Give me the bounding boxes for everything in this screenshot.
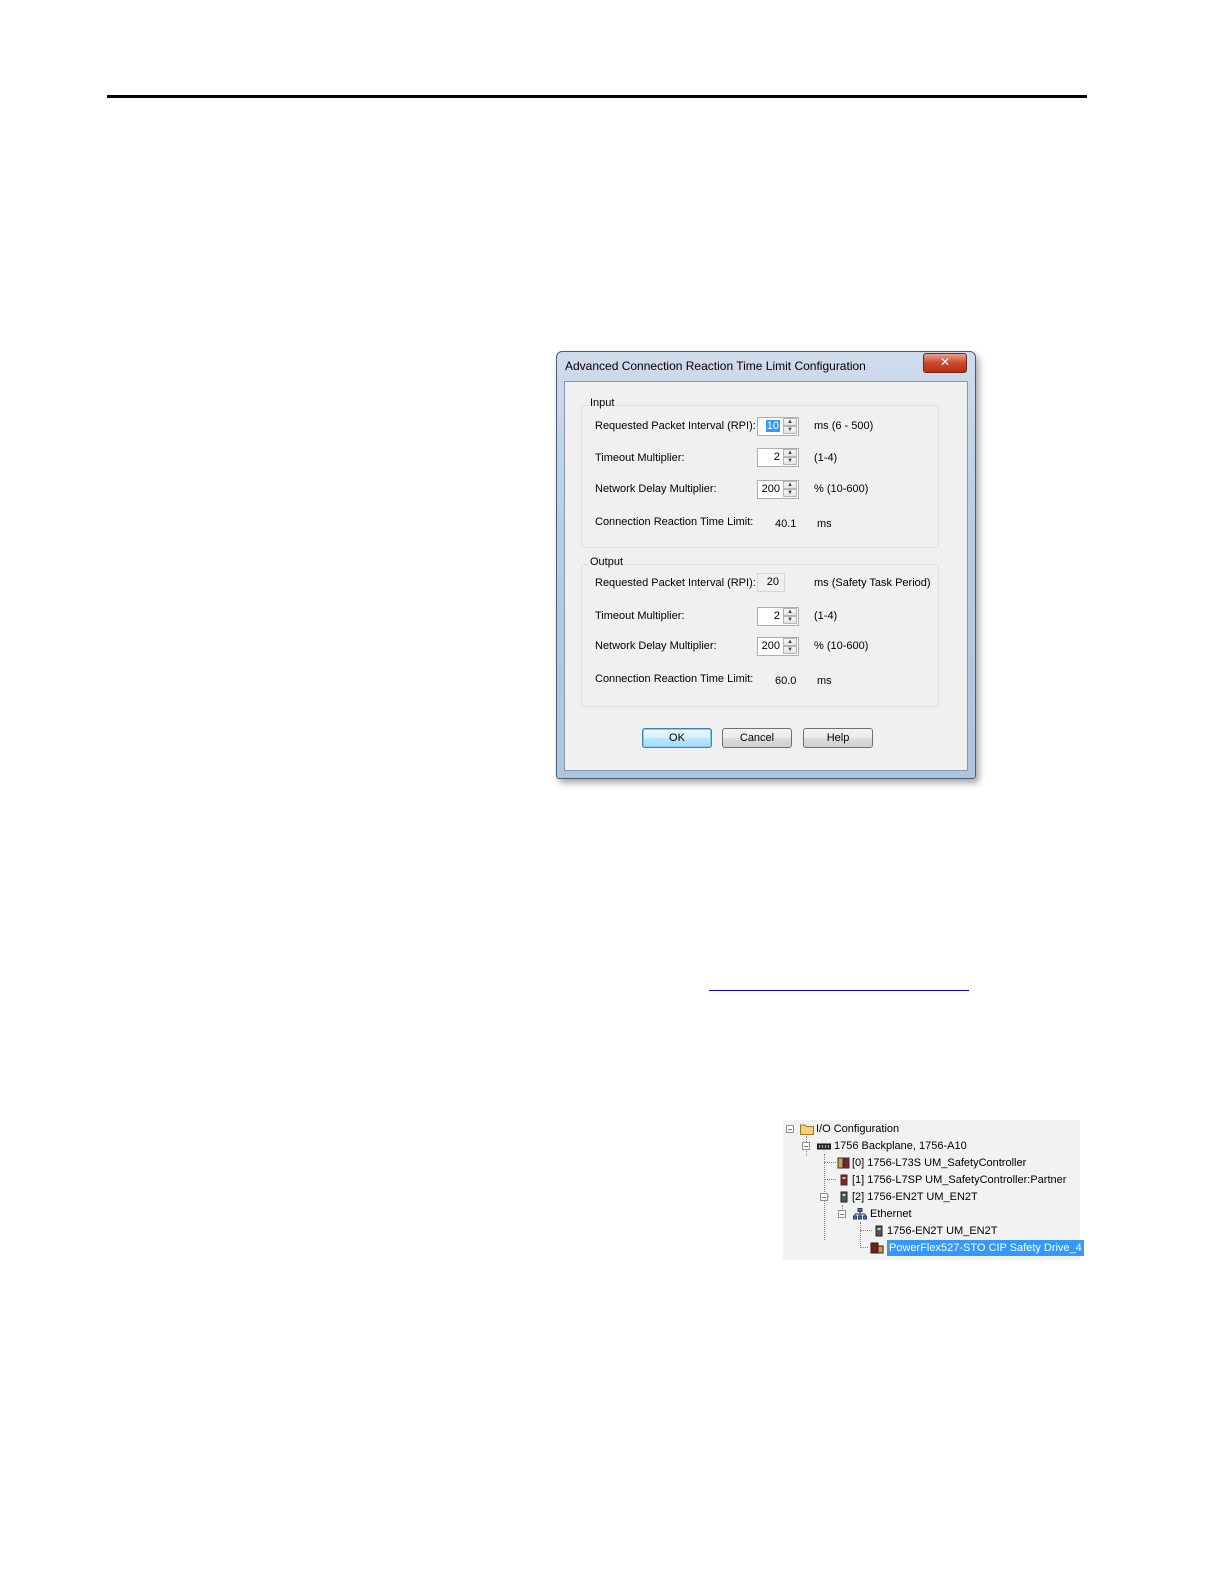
input-network-label: Network Delay Multiplier: [595, 483, 717, 495]
collapse-icon[interactable]: − [838, 1210, 846, 1219]
tree-item-en2t-slot[interactable]: − [2] 1756-EN2T UM_EN2T [783, 1189, 1080, 1205]
drive-icon [870, 1242, 884, 1254]
tree-label: 1756 Backplane, 1756-A10 [834, 1140, 967, 1152]
io-configuration-tree: − I/O Configuration − 1756 Backplane, 17… [783, 1120, 1084, 1260]
tree-label: [1] 1756-L7SP UM_SafetyController:Partne… [852, 1174, 1067, 1186]
hyperlink-underline[interactable] [709, 990, 969, 991]
tree-item-io-configuration[interactable]: − I/O Configuration [783, 1121, 1080, 1137]
collapse-icon[interactable]: − [820, 1193, 828, 1202]
collapse-icon[interactable]: − [786, 1125, 794, 1134]
ethernet-module-icon [875, 1225, 883, 1237]
output-rpi-field: 20 [757, 573, 785, 592]
collapse-icon[interactable]: − [802, 1142, 810, 1151]
input-rpi-range: ms (6 - 500) [814, 420, 874, 432]
input-timeout-label: Timeout Multiplier: [595, 452, 685, 464]
spin-down-icon[interactable]: ▼ [783, 457, 797, 465]
tree-label: [0] 1756-L73S UM_SafetyController [852, 1157, 1027, 1169]
close-icon[interactable]: ✕ [923, 353, 967, 373]
spin-down-icon[interactable]: ▼ [783, 616, 797, 624]
output-network-value[interactable]: 200 [762, 640, 780, 652]
tree-item-en2t-network[interactable]: 1756-EN2T UM_EN2T [783, 1223, 1080, 1239]
input-group: Input Requested Packet Interval (RPI): 1… [581, 397, 939, 548]
spin-up-icon[interactable]: ▲ [783, 418, 797, 426]
tree-item-powerflex-drive[interactable]: PowerFlex527-STO CIP Safety Drive_4 [783, 1240, 1084, 1256]
tree-label: 1756-EN2T UM_EN2T [887, 1225, 998, 1237]
output-crtl-value: 60.0 [775, 675, 797, 687]
spin-up-icon[interactable]: ▲ [783, 608, 797, 616]
spin-down-icon[interactable]: ▼ [783, 489, 797, 497]
input-network-value[interactable]: 200 [762, 483, 780, 495]
spin-down-icon[interactable]: ▼ [783, 646, 797, 654]
dialog-body: Input Requested Packet Interval (RPI): 1… [564, 381, 968, 771]
folder-icon [800, 1124, 814, 1135]
tree-item-ethernet[interactable]: − Ethernet [783, 1206, 1080, 1222]
output-rpi-label: Requested Packet Interval (RPI): [595, 577, 756, 589]
input-rpi-label: Requested Packet Interval (RPI): [595, 420, 756, 432]
ethernet-module-icon [840, 1191, 848, 1203]
tree-item-safety-controller[interactable]: [0] 1756-L73S UM_SafetyController [783, 1155, 1080, 1171]
output-group-legend: Output [588, 556, 626, 568]
input-crtl-value: 40.1 [775, 518, 797, 530]
backplane-icon [817, 1143, 831, 1150]
output-crtl-label: Connection Reaction Time Limit: [595, 673, 754, 685]
partner-module-icon [840, 1174, 848, 1186]
dialog-title: Advanced Connection Reaction Time Limit … [565, 359, 866, 373]
output-timeout-spinner[interactable]: 2 ▲ ▼ [757, 607, 799, 626]
input-network-range: % (10-600) [814, 483, 869, 495]
output-timeout-range: (1-4) [814, 610, 838, 622]
spin-up-icon[interactable]: ▲ [783, 638, 797, 646]
safety-controller-icon [837, 1157, 850, 1169]
output-timeout-value[interactable]: 2 [774, 610, 780, 622]
output-network-label: Network Delay Multiplier: [595, 640, 717, 652]
help-button[interactable]: Help [803, 728, 873, 748]
network-icon [853, 1208, 867, 1220]
input-group-legend: Input [588, 397, 617, 409]
input-timeout-value[interactable]: 2 [774, 451, 780, 463]
tree-label: I/O Configuration [816, 1123, 900, 1135]
tree-label-selected: PowerFlex527-STO CIP Safety Drive_4 [887, 1240, 1084, 1256]
input-timeout-range: (1-4) [814, 452, 838, 464]
input-network-spinner[interactable]: 200 ▲ ▼ [757, 480, 799, 499]
cancel-button[interactable]: Cancel [722, 728, 792, 748]
input-rpi-spinner[interactable]: 10 ▲ ▼ [757, 417, 799, 436]
advanced-connection-dialog: Advanced Connection Reaction Time Limit … [556, 351, 976, 779]
page-top-rule [107, 95, 1087, 98]
output-timeout-label: Timeout Multiplier: [595, 610, 685, 622]
input-crtl-unit: ms [817, 518, 832, 530]
input-rpi-value[interactable]: 10 [765, 420, 780, 432]
tree-item-partner[interactable]: [1] 1756-L7SP UM_SafetyController:Partne… [783, 1172, 1080, 1188]
tree-label: Ethernet [870, 1208, 912, 1220]
spin-up-icon[interactable]: ▲ [783, 449, 797, 457]
output-crtl-unit: ms [817, 675, 832, 687]
ok-button[interactable]: OK [642, 728, 712, 748]
spin-up-icon[interactable]: ▲ [783, 481, 797, 489]
output-group: Output Requested Packet Interval (RPI): … [581, 556, 939, 707]
input-crtl-label: Connection Reaction Time Limit: [595, 516, 754, 528]
output-rpi-value: 20 [766, 576, 779, 588]
output-network-spinner[interactable]: 200 ▲ ▼ [757, 637, 799, 656]
tree-item-backplane[interactable]: − 1756 Backplane, 1756-A10 [783, 1138, 1080, 1154]
input-timeout-spinner[interactable]: 2 ▲ ▼ [757, 448, 799, 467]
tree-label: [2] 1756-EN2T UM_EN2T [852, 1191, 978, 1203]
output-network-range: % (10-600) [814, 640, 869, 652]
output-rpi-range: ms (Safety Task Period) [814, 577, 931, 589]
spin-down-icon[interactable]: ▼ [783, 426, 797, 434]
